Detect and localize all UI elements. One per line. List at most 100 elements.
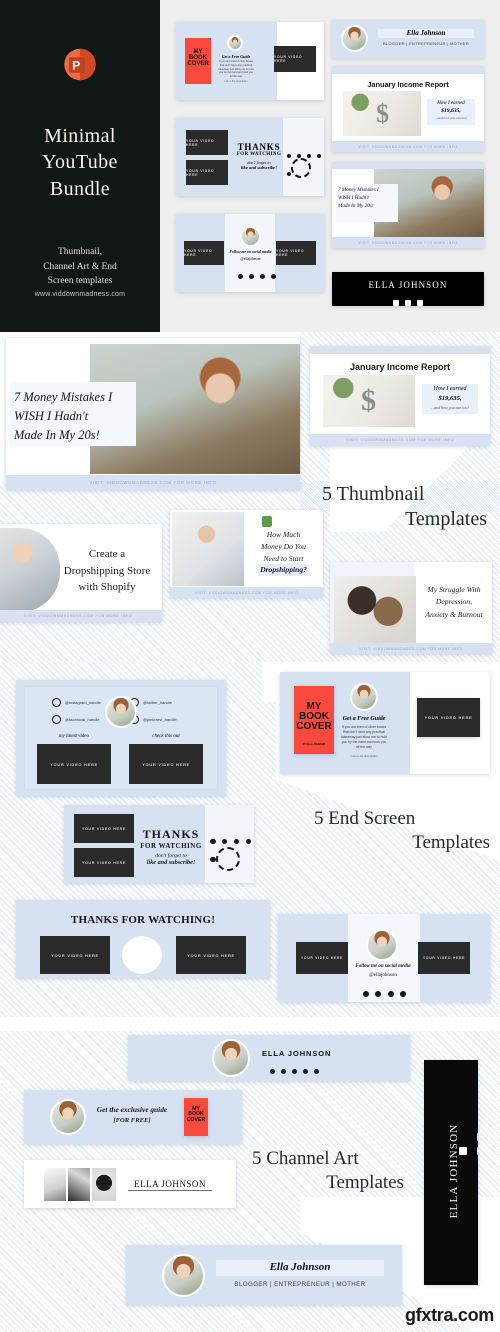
video-label: YOUR VIDEO HERE [300,956,344,960]
video-placeholder: YOUR VIDEO HERE [417,698,480,737]
money-mistakes-line-2: WISH I Hadn't [14,409,89,423]
income-callout-3: ...and how you can too! [431,405,469,410]
how-much-money-line-4: Dropshipping? [258,564,309,577]
social-dot-icon [316,154,321,158]
video-placeholder: YOUR VIDEO HERE [418,942,470,974]
preview-thanks-sub-2: like and subscribe! [241,165,277,170]
strip-photo-2 [68,1168,90,1201]
facebook-icon [417,300,424,306]
video-label: YOUR VIDEO HERE [187,952,235,958]
preview-brand-name-caps: ELLA JOHNSON [368,280,448,290]
preview-endscreen-follow: YOUR VIDEO HERE YOUR VIDEO HERE Follow m… [176,214,324,292]
book-byline: BY ELLA JOHNSON [302,743,326,746]
preview-thanks-line-1: THANKS [237,142,281,152]
preview-income-photo: $ [343,91,421,136]
cover-subtitle-line-2: Channel Art & End [43,261,117,272]
svg-text:P: P [72,59,80,73]
preview-thumbnail-income: January Income Report $ How I earned $19… [332,66,484,152]
preview-thumbnail-money-mistakes: 7 Money Mistakes I WISH I Hadn't Made In… [332,162,484,248]
preview-video-placeholder: YOUR VIDEO HERE [186,130,228,155]
preview-mistakes-line-3: Made In My 20s! [338,202,374,209]
preview-video-placeholder: YOUR VIDEO HERE [276,241,316,265]
social-dot-icon [260,274,266,279]
video-label: YOUR VIDEO HERE [142,761,190,767]
thumbnail-how-much-money: How Much Money Do You Need to Start Drop… [170,510,323,598]
book-line-3: COVER [186,1116,206,1123]
social-dot-icon [281,1069,287,1074]
preview-avatar [240,226,261,247]
money-mistakes-line-3: Made In My 20s! [14,428,100,442]
dropshipping-photo [0,528,60,612]
dropshipping-line-1: Create a [88,548,126,560]
income-photo: $ [323,375,415,427]
avatar [212,1039,250,1077]
heading-endscreen-line-2: Templates [412,831,490,853]
depression-line-3: Anxiety & Burnout [425,609,483,619]
preview-thanks-line-2: FOR WATCHING [236,152,282,157]
cover-title-line-3: Bundle [49,177,111,200]
visit-bar: VISIT: VIDDOWNMADNESS.COM FOR MORE INFO [89,480,217,485]
twitter-icon [477,1147,478,1155]
social-dot-icon [292,1069,298,1074]
subscribe-circle-icon [122,936,162,974]
strip-photo-3 [92,1168,116,1201]
visit-bar: VISIT: VIDDOWNMADNESS.COM FOR MORE INFO [359,646,463,651]
preview-video-label: YOUR VIDEO HERE [186,138,215,147]
social-dot-icon [271,274,277,279]
channel-name: ELLA JOHNSON [262,1049,332,1058]
follow-line-2: @ellajohnson [369,973,397,978]
preview-brand-name: Ella Johnson [406,29,446,37]
preview-book-line-2: BOOK [189,55,207,62]
social-handle: @pinterest_handle [143,717,177,722]
how-much-money-line-1: How Much [266,530,301,539]
thumbnail-dropshipping-shopify: Create a Dropshipping Store with Shopify… [0,524,162,622]
social-dot-icon [233,838,240,844]
preview-book-line-3: COVER [187,61,209,68]
endscreen-follow-me: YOUR VIDEO HERE YOUR VIDEO HERE Follow m… [278,914,490,1002]
link-note: Link in the description [350,754,378,758]
heading-thumbnail-line-2: Templates [405,507,487,530]
watermark: gfxtra.com [404,1305,494,1325]
money-mistakes-line-1: 7 Money Mistakes I [14,390,113,404]
income-title: January Income Report [349,362,451,372]
facebook-icon [375,991,382,997]
heading-endscreen-line-1: 5 End Screen [314,808,416,829]
income-callout-1: How I earned [433,386,467,392]
social-dot-icon [249,274,255,279]
preview-visit-bar: VISIT: VIDDOWNMADNESS.COM FOR MORE INFO [358,144,458,149]
preview-video-label: YOUR VIDEO HERE [274,55,303,63]
subscribe-ring-icon [216,847,240,871]
preview-income-callout-1: How I earned [437,101,465,106]
preview-video-placeholder: YOUR VIDEO HERE [274,46,316,72]
guide-line-1: Get the exclusive guide [96,1105,168,1114]
left-video-label: my latest video [59,734,89,739]
avatar [366,929,398,961]
shopping-bag-icon [262,516,272,527]
endscreen-social-links: @instagram_handle @facebook_handle @twit… [16,680,226,796]
preview-avatar [341,25,368,52]
depression-line-2: Depression, [435,597,473,607]
preview-income-title: January Income Report [367,80,449,89]
social-dot-icon [270,1069,275,1074]
cover-subtitle: Thumbnail, Channel Art & End Screen temp… [0,245,160,289]
avatar [105,696,137,728]
cover-title-line-1: Minimal [44,125,116,147]
preview-endscreen-thanks: YOUR VIDEO HERE YOUR VIDEO HERE THANKS F… [176,118,324,196]
section-cover-and-previews: P Minimal YouTube Bundle Thumbnail, Chan… [0,0,500,332]
cover-panel: P Minimal YouTube Bundle Thumbnail, Chan… [0,0,160,332]
poster-page: P Minimal YouTube Bundle Thumbnail, Chan… [0,0,500,1332]
powerpoint-icon: P [64,48,96,81]
book-cover-graphic: MY BOOK COVER [184,1098,208,1136]
video-label: YOUR VIDEO HERE [81,826,127,831]
guide-line-2: [FOR FREE] [113,1117,151,1124]
income-callout-2: $19,635, [438,395,462,402]
twitter-icon [405,300,411,306]
preview-link-note: Link in the description [224,80,248,83]
video-placeholder: YOUR VIDEO HERE [176,936,246,974]
preview-avatar [227,35,243,51]
book-line-3: COVER [296,721,332,733]
social-dot-icon [210,838,216,844]
preview-video-placeholder: YOUR VIDEO HERE [186,160,228,185]
preview-video-label: YOUR VIDEO HERE [186,168,215,177]
depression-photo [334,576,416,644]
